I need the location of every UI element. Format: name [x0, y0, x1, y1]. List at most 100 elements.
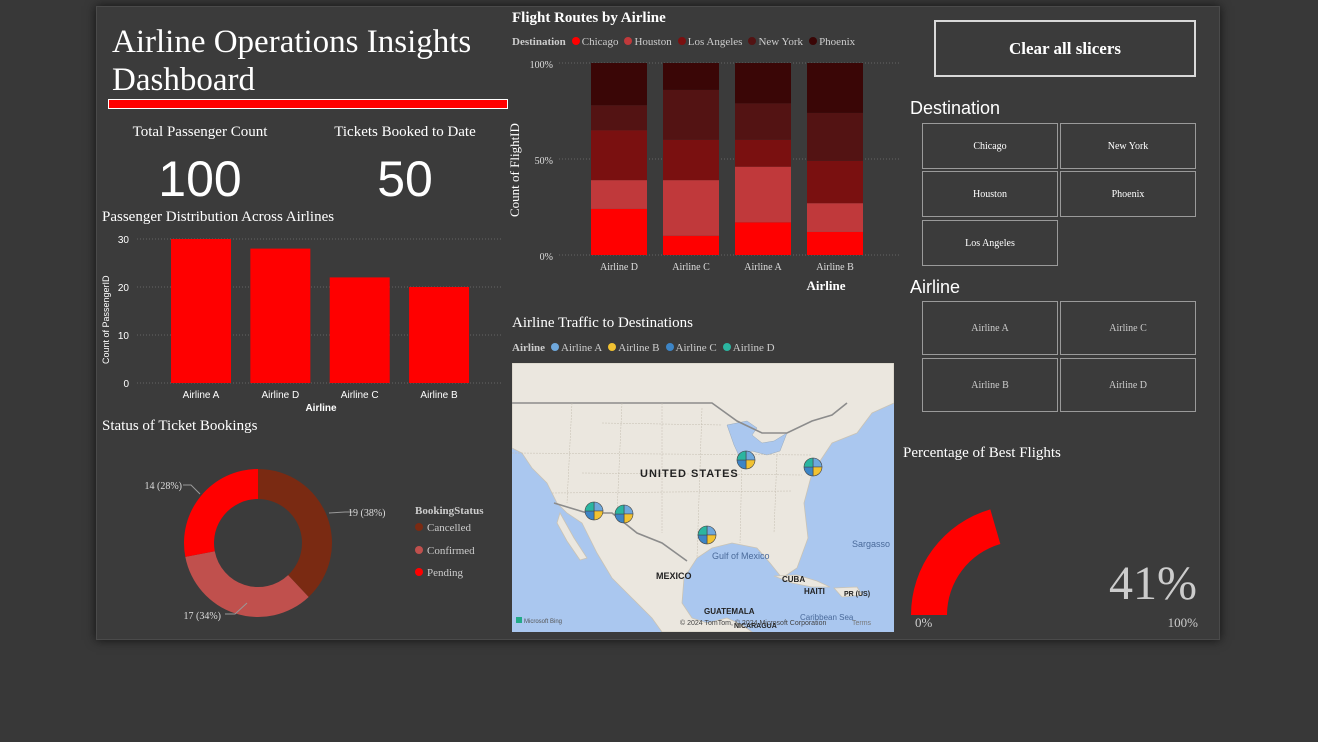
kpi-value-passengers: 100 — [158, 151, 242, 207]
routes-legend-phoenix[interactable]: Phoenix — [809, 36, 855, 48]
donut-label-pending: 14 (28%) — [145, 481, 183, 492]
kpi-label-passengers: Total Passenger Count — [132, 124, 268, 140]
booking-donut-chart[interactable]: 19 (38%) 17 (34%) 14 (28%) BookingStatus… — [97, 439, 507, 634]
routes-bar-segment[interactable] — [663, 180, 719, 236]
map-legend-airline-c[interactable]: Airline C — [665, 342, 717, 354]
legend-label-confirmed: Confirmed — [427, 545, 475, 557]
map-legend-title: Airline — [512, 342, 545, 354]
legend-dot-airline-b — [608, 343, 617, 351]
label-haiti: HAITI — [804, 587, 825, 596]
routes-bar-segment[interactable] — [591, 180, 647, 209]
routes-legend-los-angeles[interactable]: Los Angeles — [677, 36, 742, 48]
gauge-max-label: 100% — [1168, 615, 1199, 630]
passenger-bar[interactable] — [171, 239, 231, 383]
traffic-map[interactable]: UNITED STATES Gulf of Mexico MEXICO CUBA… — [512, 363, 894, 632]
routes-legend-title: Destination — [512, 36, 566, 48]
routes-y-tick-0: 0% — [540, 252, 553, 263]
routes-bar-segment[interactable] — [591, 208, 647, 255]
passenger-bar[interactable] — [329, 277, 390, 383]
slicer-destination-new-york[interactable]: New York — [1060, 123, 1196, 169]
report-canvas: Airline Operations Insights Dashboard To… — [96, 6, 1220, 640]
map-legend-airline-b[interactable]: Airline B — [608, 342, 660, 354]
routes-legend-chicago[interactable]: Chicago — [571, 36, 618, 48]
routes-bar-segment[interactable] — [735, 139, 791, 167]
label-united-states: UNITED STATES — [640, 468, 739, 480]
routes-legend-houston[interactable]: Houston — [624, 36, 672, 48]
label-cuba: CUBA — [782, 575, 805, 584]
routes-y-axis-label: Count of FlightID — [507, 123, 522, 217]
bing-logo-icon — [516, 617, 522, 623]
booking-legend-title: BookingStatus — [415, 505, 484, 517]
page-title: Airline Operations Insights Dashboard — [112, 24, 472, 98]
label-sargasso: Sargasso — [852, 539, 890, 549]
passenger-bar[interactable] — [409, 287, 470, 383]
routes-bar-segment[interactable] — [663, 235, 719, 255]
routes-stacked-chart[interactable]: Airline D Airline C Airline A Airline B 100… — [507, 55, 902, 295]
routes-x-tick: Airline B — [816, 262, 854, 273]
passenger-y-tick-0: 0 — [123, 379, 129, 390]
slicer-airline-a[interactable]: Airline A — [922, 301, 1058, 355]
passenger-y-tick-30: 30 — [118, 235, 130, 246]
routes-bar-segment[interactable] — [663, 139, 719, 181]
donut-label-cancelled: 19 (38%) — [348, 508, 386, 519]
passenger-y-tick-20: 20 — [118, 283, 130, 294]
routes-bar-segment[interactable] — [591, 130, 647, 181]
slicer-airline-b[interactable]: Airline B — [922, 358, 1058, 412]
routes-bar-segment[interactable] — [663, 89, 719, 140]
routes-bar-segment[interactable] — [807, 231, 863, 255]
routes-bar-segment[interactable] — [807, 203, 863, 232]
routes-x-tick: Airline C — [672, 262, 710, 273]
map-pie-slice[interactable] — [812, 466, 823, 477]
legend-label-pending: Pending — [427, 567, 464, 579]
map-legend-airline-d[interactable]: Airline D — [722, 342, 775, 354]
map-legend-airline-a[interactable]: Airline A — [551, 342, 602, 354]
routes-legend-new-york[interactable]: New York — [748, 36, 803, 48]
destination-slicer-title: Destination — [910, 98, 1001, 118]
best-flights-gauge[interactable]: 41% 0% 100% — [903, 465, 1213, 635]
routes-bar-segment[interactable] — [807, 160, 863, 204]
slicer-destination-phoenix[interactable]: Phoenix — [1060, 171, 1196, 217]
airline-slicer-title: Airline — [910, 277, 961, 297]
legend-dot-confirmed — [415, 546, 423, 554]
label-gulf: Gulf of Mexico — [712, 551, 770, 561]
donut-slice[interactable] — [184, 469, 258, 557]
passenger-x-tick: Airline B — [420, 390, 458, 401]
legend-dot-pending — [415, 568, 423, 576]
routes-legend: Destination Chicago Houston Los Angeles … — [512, 36, 855, 48]
label-mexico: MEXICO — [656, 571, 692, 581]
legend-dot-phoenix — [809, 37, 818, 45]
gauge-title: Percentage of Best Flights — [903, 445, 1061, 461]
donut-slice[interactable] — [258, 469, 332, 597]
routes-bar-segment[interactable] — [663, 63, 719, 90]
passenger-bar[interactable] — [250, 248, 311, 383]
slicer-airline-d[interactable]: Airline D — [1060, 358, 1196, 412]
map-legend: Airline Airline A Airline B Airline C Ai… — [512, 342, 775, 354]
passenger-x-tick: Airline A — [183, 390, 220, 401]
routes-bar-segment[interactable] — [735, 222, 791, 255]
passenger-bar-chart[interactable]: Airline A Airline D Airline C Airline B 0 1… — [97, 229, 507, 419]
kpi-label-tickets: Tickets Booked to Date — [334, 124, 476, 140]
slicer-destination-chicago[interactable]: Chicago — [922, 123, 1058, 169]
legend-dot-airline-d — [722, 343, 731, 351]
donut-slice[interactable] — [185, 551, 309, 617]
routes-bar-segment[interactable] — [591, 63, 647, 106]
routes-y-tick-50: 50% — [535, 156, 553, 167]
slicer-destination-houston[interactable]: Houston — [922, 171, 1058, 217]
title-underline — [108, 99, 508, 109]
clear-slicers-button[interactable]: Clear all slicers — [934, 20, 1196, 77]
legend-dot-airline-c — [665, 343, 674, 351]
legend-dot-cancelled — [415, 523, 423, 531]
map-canvas[interactable]: UNITED STATES Gulf of Mexico MEXICO CUBA… — [512, 363, 894, 632]
routes-bar-segment[interactable] — [807, 112, 863, 161]
routes-bar-segment[interactable] — [735, 63, 791, 104]
passenger-x-tick: Airline C — [341, 390, 379, 401]
routes-bar-segment[interactable] — [735, 103, 791, 140]
map-title: Airline Traffic to Destinations — [512, 315, 693, 331]
slicer-airline-c[interactable]: Airline C — [1060, 301, 1196, 355]
routes-bar-segment[interactable] — [807, 63, 863, 113]
legend-dot-los-angeles — [677, 37, 686, 45]
routes-bar-segment[interactable] — [591, 105, 647, 131]
passenger-x-tick: Airline D — [261, 390, 299, 401]
slicer-destination-los-angeles[interactable]: Los Angeles — [922, 220, 1058, 266]
routes-bar-segment[interactable] — [735, 166, 791, 223]
